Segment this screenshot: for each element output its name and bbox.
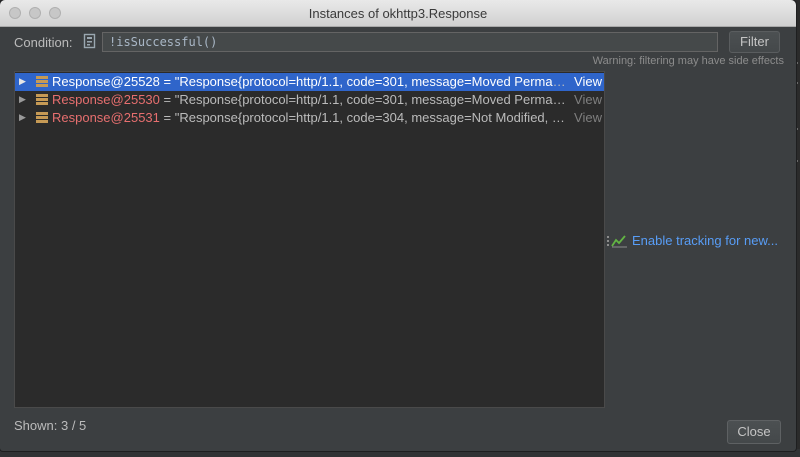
close-button[interactable]: Close bbox=[727, 420, 781, 444]
view-link[interactable]: View bbox=[574, 110, 602, 125]
instance-name: Response@25531 bbox=[52, 110, 160, 125]
expand-arrow-icon[interactable]: ▶ bbox=[19, 112, 26, 123]
instance-name: Response@25530 bbox=[52, 92, 160, 107]
object-icon bbox=[36, 94, 48, 105]
object-icon bbox=[36, 112, 48, 123]
instance-value: = "Response{protocol=http/1.1, code=301,… bbox=[160, 74, 572, 89]
instances-dialog: Instances of okhttp3.Response Condition:… bbox=[0, 0, 796, 451]
shown-count: Shown: 3 / 5 bbox=[14, 418, 86, 433]
instances-tree[interactable]: ▶ Response@25528 = "Response{protocol=htt… bbox=[14, 71, 605, 408]
window-title: Instances of okhttp3.Response bbox=[0, 6, 796, 21]
instance-text: Response@25530 = "Response{protocol=http… bbox=[52, 92, 572, 107]
instance-row[interactable]: ▶ Response@25530 = "Response{protocol=htt… bbox=[15, 91, 604, 109]
instance-value: = "Response{protocol=http/1.1, code=301,… bbox=[160, 92, 572, 107]
expand-arrow-icon[interactable]: ▶ bbox=[19, 94, 26, 105]
view-link[interactable]: View bbox=[574, 92, 602, 107]
filter-warning: Warning: filtering may have side effects bbox=[593, 55, 784, 67]
enable-tracking-link[interactable]: Enable tracking for new... bbox=[632, 233, 778, 248]
object-icon bbox=[36, 76, 48, 87]
instance-text: Response@25531 = "Response{protocol=http… bbox=[52, 110, 572, 125]
expression-file-icon[interactable] bbox=[83, 33, 97, 50]
instance-text: Response@25528 = "Response{protocol=http… bbox=[52, 74, 572, 89]
instance-row[interactable]: ▶ Response@25531 = "Response{protocol=htt… bbox=[15, 109, 604, 127]
instance-value: = "Response{protocol=http/1.1, code=304,… bbox=[160, 110, 572, 125]
title-bar: Instances of okhttp3.Response bbox=[0, 0, 796, 27]
instance-name: Response@25528 bbox=[52, 74, 160, 89]
filter-button[interactable]: Filter bbox=[729, 31, 780, 53]
condition-label: Condition: bbox=[14, 35, 73, 50]
view-link[interactable]: View bbox=[574, 74, 602, 89]
tracking-chart-icon bbox=[606, 233, 628, 249]
expand-arrow-icon[interactable]: ▶ bbox=[19, 76, 26, 87]
condition-input[interactable]: !isSuccessful() bbox=[102, 32, 718, 52]
instance-row[interactable]: ▶ Response@25528 = "Response{protocol=htt… bbox=[15, 73, 604, 91]
